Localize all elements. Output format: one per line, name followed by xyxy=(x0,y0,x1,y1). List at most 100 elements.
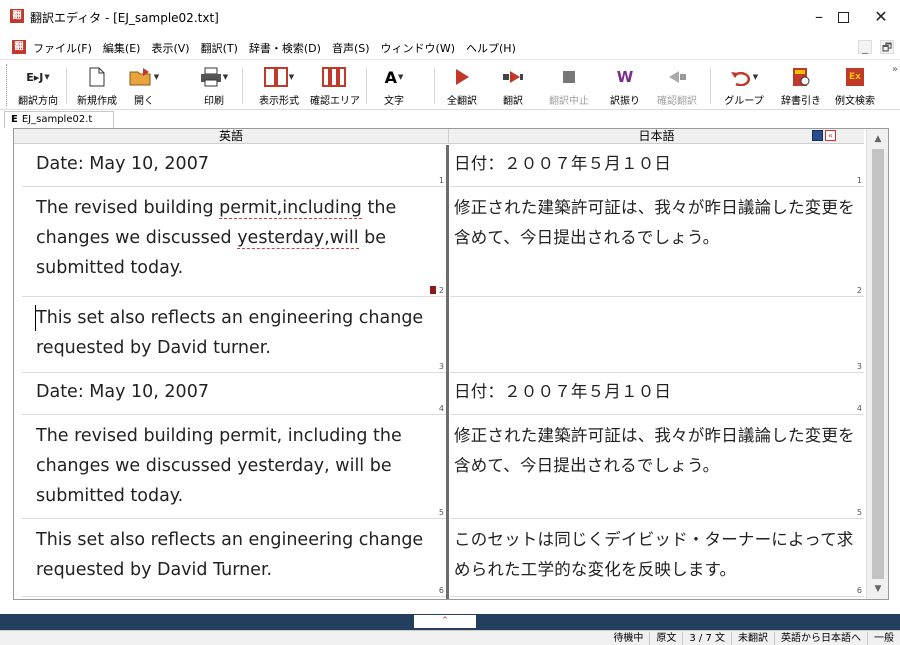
display-format-icon xyxy=(263,67,288,87)
spelling-error-mark[interactable]: permit,including xyxy=(219,198,362,219)
segment-text[interactable]: This set also reflects an engineering ch… xyxy=(36,525,440,585)
segment-number: 2 xyxy=(429,286,444,295)
segment-number: 5 xyxy=(438,508,444,517)
confirm-area-icon xyxy=(322,67,346,87)
example-search-icon: Ex xyxy=(846,68,864,86)
confirm-translation-button[interactable]: 確認翻訳 xyxy=(654,64,700,108)
pane-toggle-icon[interactable] xyxy=(812,130,823,141)
english-marker-icon: E xyxy=(11,114,18,125)
segment-number: 4 xyxy=(438,404,444,413)
scroll-down-button[interactable]: ▼ xyxy=(867,581,889,597)
dictionary-lookup-button[interactable]: 辞書引き xyxy=(778,64,824,108)
document-tab-label: EJ_sample02.t xyxy=(21,114,93,125)
scrollbar-thumb[interactable] xyxy=(872,149,884,579)
segment-text[interactable]: このセットは同じくデイビッド・ターナーによって求められた工学的な変化を反映します… xyxy=(454,525,858,585)
menu-voice[interactable]: 音声(S) xyxy=(332,40,370,56)
document-tab[interactable]: E EJ_sample02.t xyxy=(4,111,114,128)
vertical-scrollbar[interactable]: ▲ ▼ xyxy=(866,129,888,599)
status-sentence-count: 3 / 7 文 xyxy=(682,632,731,645)
spelling-error-mark[interactable]: yesterday,will xyxy=(237,228,359,249)
segment-ja-6[interactable]: このセットは同じくデイビッド・ターナーによって求められた工学的な変化を反映します… xyxy=(450,519,864,597)
display-format-button[interactable]: ▼ 表示形式 xyxy=(252,64,306,108)
new-button[interactable]: 新規作成 xyxy=(74,64,120,108)
toolbar-separator xyxy=(366,68,367,104)
segment-ja-1[interactable]: 日付：２００７年５月１０日 1 xyxy=(450,145,864,187)
segment-text[interactable]: 日付：２００７年５月１０日 xyxy=(454,149,858,179)
segment-text[interactable]: Date: May 10, 2007 xyxy=(36,149,440,179)
segment-text[interactable]: 修正された建築許可証は、我々が昨日議論した変更を含めて、今日提出されるでしょう。 xyxy=(454,193,858,253)
status-source: 原文 xyxy=(649,632,682,645)
segment-en-5[interactable]: The revised building permit, including t… xyxy=(22,415,446,519)
furigana-translation-button[interactable]: W 訳振り xyxy=(606,64,644,108)
collapse-icon[interactable]: « xyxy=(825,130,836,141)
segment-number: 6 xyxy=(856,586,862,595)
scroll-up-button[interactable]: ▲ xyxy=(867,131,889,147)
print-button[interactable]: ▼ 印刷 xyxy=(194,64,234,108)
segment-en-2[interactable]: The revised building permit,including th… xyxy=(22,187,446,297)
mdi-restore-button[interactable]: 🗗 xyxy=(880,40,894,54)
menu-view[interactable]: 表示(V) xyxy=(151,40,189,56)
printer-icon xyxy=(200,67,221,87)
menu-edit[interactable]: 編集(E) xyxy=(103,40,141,56)
segment-text[interactable]: Date: May 10, 2007 xyxy=(36,377,440,407)
group-button[interactable]: ▼ グループ xyxy=(718,64,770,108)
pane-divider[interactable] xyxy=(446,145,449,599)
font-button[interactable]: A ▼ 文字 xyxy=(374,64,414,108)
japanese-pane[interactable]: 日付：２００７年５月１０日 1 修正された建築許可証は、我々が昨日議論した変更を… xyxy=(450,145,864,599)
toolbar-separator xyxy=(710,68,711,104)
stop-translation-button[interactable]: 翻訳中止 xyxy=(546,64,592,108)
confirm-area-button[interactable]: 確認エリア xyxy=(310,64,360,108)
segment-number: 1 xyxy=(856,176,862,185)
status-field: 一般 xyxy=(867,632,900,645)
translate-button[interactable]: 翻訳 xyxy=(496,64,530,108)
menu-window[interactable]: ウィンドウ(W) xyxy=(381,40,455,56)
segment-text[interactable]: This set also reflects an engineering ch… xyxy=(36,303,440,363)
toolbar: E▸J ▼ 翻訳方向 新規作成 ▼ 開く ▼ 印刷 ▼ 表示形式 確認エリア A ▼… xyxy=(0,60,900,110)
direction-icon: E▸J xyxy=(26,70,44,84)
undo-group-icon xyxy=(730,71,750,86)
document-tab-row: E EJ_sample02.t xyxy=(0,110,900,128)
segment-number: 4 xyxy=(856,404,862,413)
menu-help[interactable]: ヘルプ(H) xyxy=(466,40,516,56)
open-button[interactable]: ▼ 開く xyxy=(124,64,164,108)
english-column-header: 英語 xyxy=(14,129,448,144)
toolbar-separator xyxy=(242,68,243,104)
segment-ja-3[interactable]: 3 xyxy=(450,297,864,373)
status-direction: 英語から日本語へ xyxy=(774,632,867,645)
segment-text[interactable]: The revised building permit,including th… xyxy=(36,193,440,283)
segment-ja-2[interactable]: 修正された建築許可証は、我々が昨日議論した変更を含めて、今日提出されるでしょう。… xyxy=(450,187,864,297)
toolbar-grip[interactable] xyxy=(6,64,9,106)
expand-up-icon[interactable]: ⌃ xyxy=(414,615,476,628)
status-bar: 待機中 原文 3 / 7 文 未翻訳 英語から日本語へ 一般 xyxy=(0,630,900,645)
confirm-area-splitter[interactable]: ⌃ xyxy=(0,614,900,630)
title-bar: 翻 翻訳エディタ - [EJ_sample02.txt] – ✕ xyxy=(0,0,900,34)
segment-en-3[interactable]: This set also reflects an engineering ch… xyxy=(22,297,446,373)
header-tools: « xyxy=(812,130,836,141)
translate-step-icon xyxy=(503,71,523,83)
dictionary-icon xyxy=(793,68,810,86)
segment-text[interactable]: The revised building permit, including t… xyxy=(36,421,440,511)
translation-direction-button[interactable]: E▸J ▼ 翻訳方向 xyxy=(16,64,60,108)
menu-translate[interactable]: 翻訳(T) xyxy=(201,40,238,56)
close-button[interactable]: ✕ xyxy=(858,4,900,30)
translate-all-button[interactable]: 全翻訳 xyxy=(442,64,482,108)
segment-text[interactable]: 修正された建築許可証は、我々が昨日議論した変更を含めて、今日提出されるでしょう。 xyxy=(454,421,858,481)
segment-number: 2 xyxy=(856,286,862,295)
toolbar-separator xyxy=(66,68,67,104)
segment-text[interactable]: 日付：２００７年５月１０日 xyxy=(454,377,858,407)
segment-ja-5[interactable]: 修正された建築許可証は、我々が昨日議論した変更を含めて、今日提出されるでしょう。… xyxy=(450,415,864,519)
menu-dictionary-search[interactable]: 辞書・検索(D) xyxy=(249,40,321,56)
segment-en-6[interactable]: This set also reflects an engineering ch… xyxy=(22,519,446,597)
segment-ja-4[interactable]: 日付：２００７年５月１０日 4 xyxy=(450,373,864,415)
translation-editor: 英語 日本語 « Date: May 10, 2007 1 The revise… xyxy=(13,128,889,600)
toolbar-overflow-icon[interactable]: » xyxy=(892,64,898,75)
font-icon: A xyxy=(384,67,397,87)
segment-number: 3 xyxy=(856,362,862,371)
english-pane[interactable]: Date: May 10, 2007 1 The revised buildin… xyxy=(22,145,446,599)
document-icon[interactable]: 翻 xyxy=(12,40,26,54)
segment-en-1[interactable]: Date: May 10, 2007 1 xyxy=(22,145,446,187)
menu-file[interactable]: ファイル(F) xyxy=(33,40,92,56)
segment-en-4[interactable]: Date: May 10, 2007 4 xyxy=(22,373,446,415)
mdi-minimize-button[interactable]: _ xyxy=(858,40,872,54)
example-search-button[interactable]: Ex 例文検索 xyxy=(828,64,882,108)
